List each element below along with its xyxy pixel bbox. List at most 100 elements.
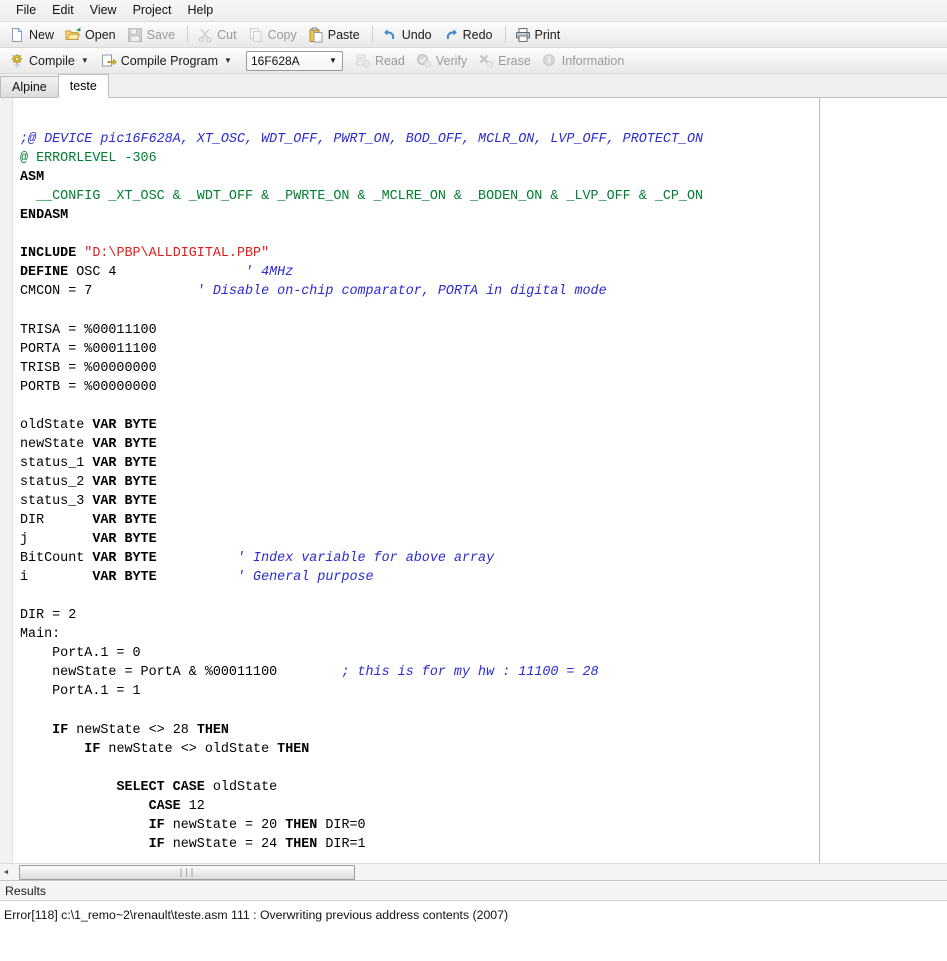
code-token: THEN <box>285 836 318 852</box>
save-button[interactable]: Save <box>123 23 183 47</box>
new-document-icon <box>9 27 25 43</box>
print-button-label: Print <box>534 27 561 42</box>
code-token: newState <box>20 436 93 452</box>
code-token: VAR BYTE <box>92 570 157 586</box>
paste-button-label: Paste <box>327 27 360 42</box>
device-select[interactable]: 16F628A ▼ <box>245 50 343 71</box>
code-token: ' Disable on-chip comparator, PORTA in d… <box>196 284 607 300</box>
menu-project[interactable]: Project <box>125 1 180 20</box>
erase-button[interactable]: Erase <box>474 49 538 73</box>
code-text-area[interactable]: ;@ DEVICE pic16F628A, XT_OSC, WDT_OFF, P… <box>13 98 947 863</box>
code-token: newState = PortA & %00011100 <box>20 665 342 681</box>
verify-button[interactable]: Verify <box>412 49 474 73</box>
redo-button[interactable]: Redo <box>439 23 500 47</box>
code-token: IF <box>148 817 165 833</box>
copy-button[interactable]: Copy <box>244 23 304 47</box>
menu-edit[interactable]: Edit <box>44 1 82 20</box>
code-token: DIR=0 <box>317 817 366 833</box>
clipboard-icon <box>308 27 324 43</box>
code-token: IF <box>84 741 101 757</box>
code-token: CMCON = 7 <box>20 284 197 300</box>
save-disk-icon <box>127 27 143 43</box>
menu-help[interactable]: Help <box>179 1 221 20</box>
code-token: i <box>20 570 93 586</box>
code-token: IF <box>148 836 165 852</box>
cut-button[interactable]: Cut <box>193 23 243 47</box>
code-token: THEN <box>277 741 310 757</box>
code-token: status_1 <box>20 455 93 471</box>
document-tabstrip: Alpine teste <box>0 74 947 98</box>
code-token: CASE <box>148 798 181 814</box>
device-select-value: 16F628A <box>250 53 300 68</box>
menu-view[interactable]: View <box>82 1 125 20</box>
verify-check-icon <box>416 53 432 69</box>
read-chip-icon <box>355 53 371 69</box>
code-token: oldState <box>204 779 278 795</box>
menu-file[interactable]: File <box>8 1 44 20</box>
toolbar-separator-3 <box>504 26 506 43</box>
compile-chevron-down-icon[interactable]: ▼ <box>81 56 89 65</box>
open-button[interactable]: Open <box>61 23 123 47</box>
print-button[interactable]: Print <box>511 23 568 47</box>
toolbar-separator-2 <box>371 26 373 43</box>
code-token: oldState <box>20 417 93 433</box>
copy-pages-icon <box>248 27 264 43</box>
undo-button[interactable]: Undo <box>378 23 439 47</box>
printer-icon <box>515 27 531 43</box>
code-token: status_2 <box>20 474 93 490</box>
compile-program-arrow-icon <box>101 53 117 69</box>
scrollbar-track[interactable]: ∣∣∣ <box>12 864 947 880</box>
editor-horizontal-scrollbar[interactable]: ◄ ∣∣∣ <box>0 863 947 880</box>
code-token: PORTB = %00000000 <box>20 379 157 395</box>
code-token: 12 <box>180 798 205 814</box>
paste-button[interactable]: Paste <box>304 23 367 47</box>
results-output[interactable]: Error[118] c:\1_remo~2\renault\teste.asm… <box>0 901 947 961</box>
code-token: @ ERRORLEVEL -306 <box>20 151 157 167</box>
code-token: VAR BYTE <box>92 493 157 509</box>
code-editor[interactable]: ;@ DEVICE pic16F628A, XT_OSC, WDT_OFF, P… <box>0 98 947 863</box>
code-token: newState <> 28 <box>68 722 197 738</box>
code-token: VAR BYTE <box>92 436 157 452</box>
compile-program-button[interactable]: Compile Program ▼ <box>97 49 240 73</box>
code-token: newState = 20 <box>164 817 286 833</box>
menu-bar: File Edit View Project Help <box>0 0 947 22</box>
code-token: DEFINE <box>20 265 69 281</box>
code-token: VAR BYTE <box>92 532 157 548</box>
information-button[interactable]: Information <box>538 49 632 73</box>
code-token: THEN <box>196 722 229 738</box>
scrollbar-thumb[interactable]: ∣∣∣ <box>19 864 355 880</box>
compile-button[interactable]: Compile ▼ <box>5 49 97 73</box>
new-button[interactable]: New <box>5 23 61 47</box>
code-token: Main: <box>20 627 61 643</box>
code-token: __CONFIG _XT_OSC & _WDT_OFF & _PWRTE_ON … <box>20 189 704 205</box>
source-code[interactable]: ;@ DEVICE pic16F628A, XT_OSC, WDT_OFF, P… <box>13 98 947 854</box>
code-token: ASM <box>20 170 45 186</box>
read-button[interactable]: Read <box>351 49 412 73</box>
code-token: INCLUDE <box>20 246 77 262</box>
verify-button-label: Verify <box>435 53 468 68</box>
editor-gutter <box>0 98 13 863</box>
code-token: IF <box>52 722 69 738</box>
tab-alpine[interactable]: Alpine <box>0 76 59 97</box>
scroll-left-arrow-icon[interactable]: ◄ <box>0 865 12 880</box>
code-token: TRISA = %00011100 <box>20 322 157 338</box>
tab-teste[interactable]: teste <box>57 74 109 98</box>
code-token: ' General purpose <box>236 570 374 586</box>
compile-gear-icon <box>9 53 25 69</box>
code-token: VAR BYTE <box>92 474 157 490</box>
code-token: VAR BYTE <box>92 417 157 433</box>
compile-button-label: Compile <box>29 53 75 68</box>
new-button-label: New <box>29 27 55 42</box>
erase-cross-icon <box>478 53 494 69</box>
redo-button-label: Redo <box>462 27 493 42</box>
code-token: newState <> oldState <box>100 741 278 757</box>
redo-arrow-icon <box>443 27 459 43</box>
code-token: ENDASM <box>20 208 69 224</box>
compile-program-chevron-down-icon[interactable]: ▼ <box>224 56 232 65</box>
